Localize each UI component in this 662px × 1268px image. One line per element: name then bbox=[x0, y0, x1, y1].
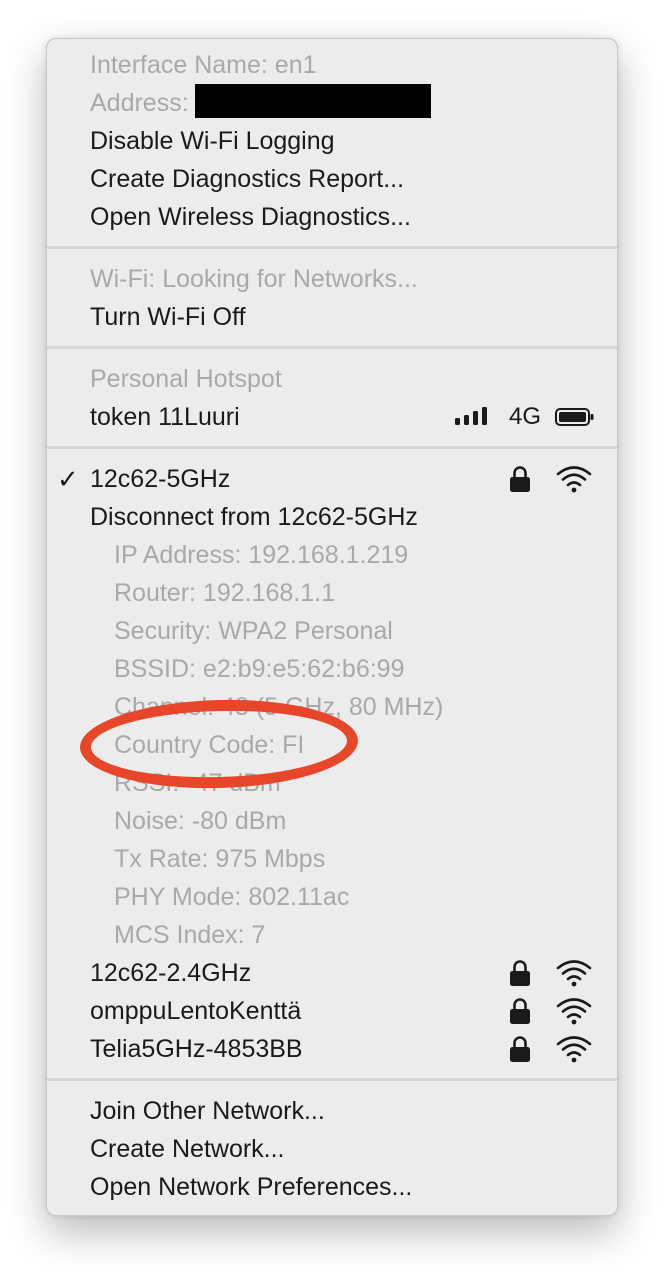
separator bbox=[47, 1078, 617, 1081]
detail-rssi: RSSI: -47 dBm bbox=[47, 764, 617, 802]
detail-label: Channel: 48 (5 GHz, 80 MHz) bbox=[114, 693, 444, 721]
lock-icon bbox=[510, 998, 530, 1024]
detail-label: Router: 192.168.1.1 bbox=[114, 579, 335, 607]
separator bbox=[47, 446, 617, 449]
lock-icon bbox=[510, 466, 530, 492]
detail-label: Tx Rate: 975 Mbps bbox=[114, 845, 326, 873]
create-report-label: Create Diagnostics Report... bbox=[90, 165, 405, 193]
detail-phy-mode: PHY Mode: 802.11ac bbox=[47, 878, 617, 916]
join-other-network-label: Join Other Network... bbox=[90, 1097, 325, 1125]
detail-ip-address: IP Address: 192.168.1.219 bbox=[47, 536, 617, 574]
wifi-signal-icon bbox=[556, 960, 592, 987]
open-network-preferences-label: Open Network Preferences... bbox=[90, 1173, 413, 1201]
detail-label: Security: WPA2 Personal bbox=[114, 617, 393, 645]
wifi-signal-icon bbox=[556, 998, 592, 1025]
separator bbox=[47, 246, 617, 249]
current-network-item[interactable]: ✓ 12c62-5GHz bbox=[47, 460, 617, 498]
create-network-item[interactable]: Create Network... bbox=[47, 1130, 617, 1168]
wifi-status-label: Wi-Fi: Looking for Networks... bbox=[90, 265, 418, 293]
current-network-label: 12c62-5GHz bbox=[90, 465, 231, 493]
separator bbox=[47, 346, 617, 349]
network-label: omppuLentoKenttä bbox=[90, 997, 302, 1025]
turn-wifi-off-item[interactable]: Turn Wi-Fi Off bbox=[47, 298, 617, 336]
lock-icon bbox=[510, 960, 530, 986]
wifi-menu: Interface Name: en1 Address: Disable Wi-… bbox=[46, 38, 618, 1216]
network-item[interactable]: omppuLentoKenttä bbox=[47, 992, 617, 1030]
detail-bssid: BSSID: e2:b9:e5:62:b6:99 bbox=[47, 650, 617, 688]
network-item[interactable]: Telia5GHz-4853BB bbox=[47, 1030, 617, 1068]
network-item[interactable]: 12c62-2.4GHz bbox=[47, 954, 617, 992]
network-label: 12c62-2.4GHz bbox=[90, 959, 252, 987]
turn-wifi-off-label: Turn Wi-Fi Off bbox=[90, 303, 246, 331]
hotspot-device-label: token 11Luuri bbox=[90, 403, 240, 431]
cellular-signal-icon bbox=[455, 407, 487, 425]
hotspot-header-label: Personal Hotspot bbox=[90, 365, 282, 393]
open-diagnostics-item[interactable]: Open Wireless Diagnostics... bbox=[47, 198, 617, 236]
detail-label: BSSID: e2:b9:e5:62:b6:99 bbox=[114, 655, 405, 683]
detail-label: Noise: -80 dBm bbox=[114, 807, 287, 835]
detail-label: Country Code: FI bbox=[114, 731, 305, 759]
detail-tx-rate: Tx Rate: 975 Mbps bbox=[47, 840, 617, 878]
hotspot-header: Personal Hotspot bbox=[47, 360, 617, 398]
battery-icon bbox=[555, 408, 594, 426]
detail-label: IP Address: 192.168.1.219 bbox=[114, 541, 409, 569]
disable-logging-label: Disable Wi-Fi Logging bbox=[90, 127, 335, 155]
hotspot-device-item[interactable]: token 11Luuri 4G bbox=[47, 398, 617, 436]
disconnect-item[interactable]: Disconnect from 12c62-5GHz bbox=[47, 498, 617, 536]
network-type-label: 4G bbox=[508, 403, 541, 430]
open-network-preferences-item[interactable]: Open Network Preferences... bbox=[47, 1168, 617, 1206]
open-diagnostics-label: Open Wireless Diagnostics... bbox=[90, 203, 411, 231]
wifi-status-item: Wi-Fi: Looking for Networks... bbox=[47, 260, 617, 298]
interface-name-item: Interface Name: en1 bbox=[47, 46, 617, 84]
detail-security: Security: WPA2 Personal bbox=[47, 612, 617, 650]
create-report-item[interactable]: Create Diagnostics Report... bbox=[47, 160, 617, 198]
address-item: Address: bbox=[47, 84, 617, 122]
detail-noise: Noise: -80 dBm bbox=[47, 802, 617, 840]
interface-name-label: Interface Name: en1 bbox=[90, 51, 317, 79]
detail-country-code: Country Code: FI bbox=[47, 726, 617, 764]
create-network-label: Create Network... bbox=[90, 1135, 285, 1163]
detail-router: Router: 192.168.1.1 bbox=[47, 574, 617, 612]
detail-label: PHY Mode: 802.11ac bbox=[114, 883, 350, 911]
detail-label: RSSI: -47 dBm bbox=[114, 769, 281, 797]
wifi-signal-icon bbox=[556, 466, 592, 493]
detail-channel: Channel: 48 (5 GHz, 80 MHz) bbox=[47, 688, 617, 726]
detail-mcs-index: MCS Index: 7 bbox=[47, 916, 617, 954]
network-label: Telia5GHz-4853BB bbox=[90, 1035, 303, 1063]
checkmark-icon: ✓ bbox=[57, 464, 79, 494]
disable-logging-item[interactable]: Disable Wi-Fi Logging bbox=[47, 122, 617, 160]
join-other-network-item[interactable]: Join Other Network... bbox=[47, 1092, 617, 1130]
lock-icon bbox=[510, 1036, 530, 1062]
disconnect-label: Disconnect from 12c62-5GHz bbox=[90, 503, 418, 531]
detail-label: MCS Index: 7 bbox=[114, 921, 266, 949]
wifi-signal-icon bbox=[556, 1036, 592, 1063]
redacted-address bbox=[194, 84, 431, 119]
address-label: Address: bbox=[90, 89, 189, 117]
